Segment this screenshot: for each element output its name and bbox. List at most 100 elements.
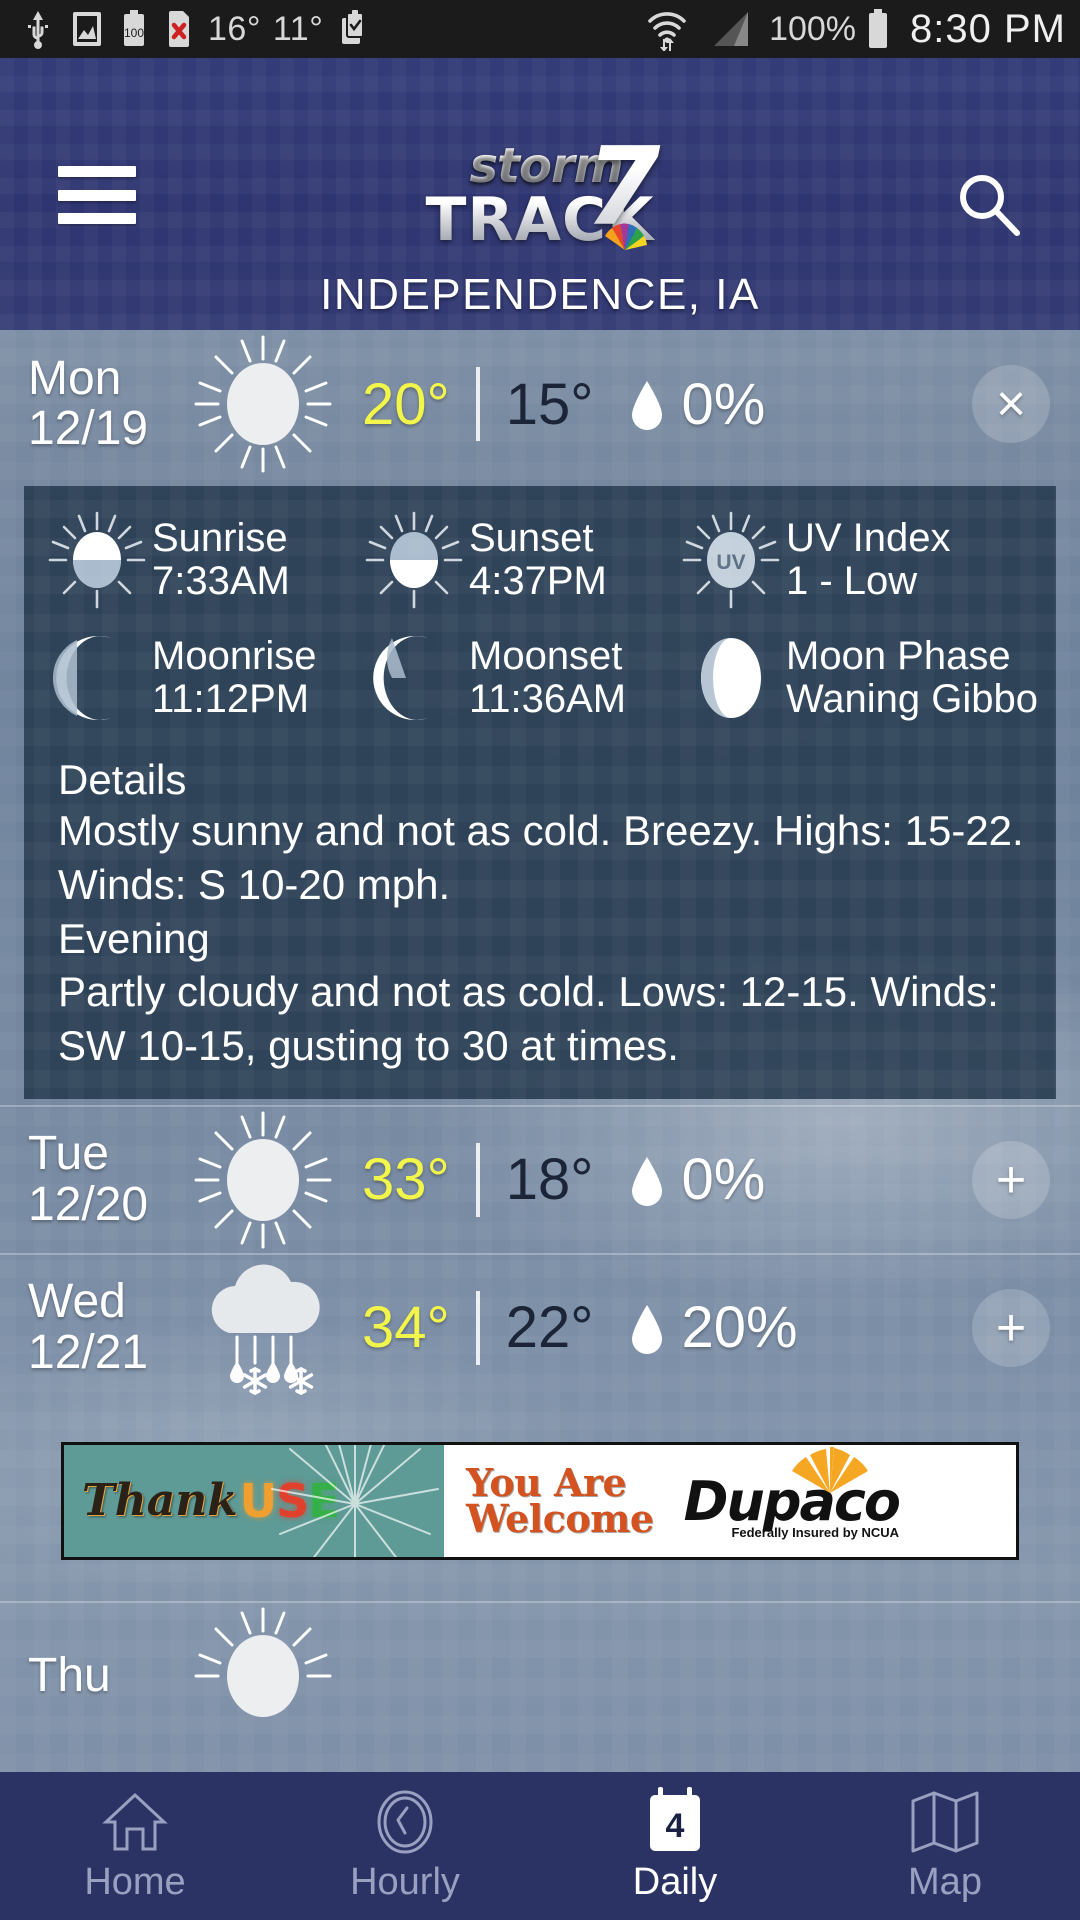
clipboard-icon xyxy=(338,7,368,51)
ad-welcome-text: You Are Welcome xyxy=(466,1463,654,1541)
temp-divider xyxy=(475,367,480,441)
astro-cell-moon-phase: Moon Phase Waning Gibbo xyxy=(676,626,1038,730)
astro-text-group: Sunset 4:37PM xyxy=(469,515,607,603)
astro-cell-uv-index: UV UV Index 1 - Low xyxy=(676,508,1038,612)
astro-label: Moonset xyxy=(469,633,623,678)
precip-percent: 0% xyxy=(681,1147,766,1213)
day-detail-panel: Sunrise 7:33AM Sunset 4:37PM UV UV Index… xyxy=(24,486,1056,1099)
astro-value: 4:37PM xyxy=(469,559,607,603)
day-name: Wed xyxy=(28,1275,126,1329)
astro-text-group: Moonrise 11:12PM xyxy=(152,633,317,721)
ad-thank-text: Thank xyxy=(82,1475,238,1527)
day-row-tue[interactable]: Tue 12/20 33° 18° 0% + xyxy=(0,1104,1080,1255)
sunny-icon xyxy=(178,1105,348,1255)
signal-icon xyxy=(708,7,752,51)
astro-label: Sunset xyxy=(469,515,594,560)
water-drop-icon xyxy=(632,1304,663,1354)
astro-label: Sunrise xyxy=(152,515,288,560)
nav-label: Hourly xyxy=(350,1860,460,1903)
day-label-group: Thu xyxy=(28,1648,178,1702)
dupaco-logo: Dupaco Federally Insured by NCUA xyxy=(684,1447,901,1540)
temperature-group: 33° 18° xyxy=(362,1142,594,1217)
weather-app-screen: 100 16° 11° 100% 8:30 PM storm TRACK 7 I… xyxy=(0,0,1080,1920)
details-evening-text: Partly cloudy and not as cold. Lows: 12-… xyxy=(58,968,999,1069)
ad-banner[interactable]: Thank U S E You Are Welcome Dupaco Feder… xyxy=(61,1441,1019,1560)
nav-item-hourly[interactable]: Hourly xyxy=(270,1772,540,1920)
status-temp-1: 16° xyxy=(208,9,261,48)
day-label-group: Mon 12/19 xyxy=(28,351,178,455)
details-day-text: Mostly sunny and not as cold. Breezy. Hi… xyxy=(58,807,1024,908)
astro-value: 7:33AM xyxy=(152,559,290,603)
status-temp-2: 11° xyxy=(272,9,324,48)
precip-percent: 20% xyxy=(681,1295,798,1361)
screenshot-icon xyxy=(71,7,103,51)
high-temp: 34° xyxy=(362,1295,450,1361)
calendar-icon: 4 xyxy=(642,1786,708,1855)
uv-index-icon: UV xyxy=(676,508,786,612)
ad-right-panel: You Are Welcome Dupaco Federally Insured… xyxy=(444,1445,1016,1557)
day-row-mon[interactable]: Mon 12/19 20° 15° 0% × xyxy=(0,330,1080,478)
details-evening-heading: Evening xyxy=(58,914,210,962)
battery-icon xyxy=(865,7,891,51)
high-temp: 20° xyxy=(362,371,450,437)
nav-item-daily[interactable]: 4 Daily xyxy=(540,1772,810,1920)
daily-forecast-list[interactable]: Mon 12/19 20° 15° 0% × Sunrise 7:33AM Su… xyxy=(0,330,1080,1772)
location-title: INDEPENDENCE, IA xyxy=(320,270,760,319)
day-date: 12/20 xyxy=(28,1177,149,1231)
sunny-icon xyxy=(178,1601,348,1751)
nav-item-map[interactable]: Map xyxy=(810,1772,1080,1920)
astro-cell-moonset: Moonset 11:36AM xyxy=(359,626,676,730)
day-date: 12/19 xyxy=(28,402,149,455)
sunset-icon xyxy=(359,508,469,612)
precipitation-group: 0% xyxy=(627,1146,765,1213)
nav-item-home[interactable]: Home xyxy=(0,1772,270,1920)
sunrise-icon xyxy=(42,508,152,612)
calendar-badge-number: 4 xyxy=(666,1807,685,1845)
astro-label: Moonrise xyxy=(152,633,317,678)
search-icon[interactable] xyxy=(954,170,1024,240)
sdcard-error-icon xyxy=(165,7,193,51)
precipitation-group: 20% xyxy=(627,1294,798,1361)
low-temp: 22° xyxy=(505,1295,594,1361)
svg-text:100: 100 xyxy=(124,26,144,40)
astro-label: UV Index xyxy=(786,515,951,560)
astro-text-group: UV Index 1 - Low xyxy=(786,515,951,603)
nav-label: Home xyxy=(84,1860,186,1903)
day-row-wed[interactable]: Wed 12/21 34° 22° 20% + xyxy=(0,1252,1080,1401)
collapse-day-button[interactable]: × xyxy=(972,365,1050,443)
home-icon xyxy=(102,1789,168,1855)
storm-track-7-logo: storm TRACK 7 xyxy=(0,134,1080,250)
expand-day-button[interactable]: + xyxy=(972,1140,1050,1219)
clock-icon xyxy=(372,1789,438,1855)
astro-value: 11:36AM xyxy=(469,677,627,721)
status-bar: 100 16° 11° 100% 8:30 PM xyxy=(0,0,1080,58)
moon-phase-icon xyxy=(676,626,786,730)
astro-text-group: Sunrise 7:33AM xyxy=(152,515,290,603)
precip-percent: 0% xyxy=(681,371,766,437)
sunburst-icon xyxy=(791,1447,868,1494)
ad-welcome-line2: Welcome xyxy=(466,1495,654,1541)
water-drop-icon xyxy=(632,381,663,430)
day-name: Mon xyxy=(28,351,122,405)
nbc-peacock-icon xyxy=(604,223,647,250)
water-drop-icon xyxy=(632,1156,663,1206)
nav-label: Map xyxy=(908,1860,982,1903)
clock-time: 8:30 PM xyxy=(910,6,1066,51)
low-temp: 18° xyxy=(505,1147,594,1213)
moonrise-icon xyxy=(42,626,152,730)
day-date: 12/21 xyxy=(28,1325,149,1379)
high-temp: 33° xyxy=(362,1147,450,1213)
day-row-thu[interactable]: Thu xyxy=(0,1600,1080,1751)
battery-percent: 100% xyxy=(769,9,857,48)
app-header: storm TRACK 7 INDEPENDENCE, IA xyxy=(0,58,1080,330)
astro-cell-sunset: Sunset 4:37PM xyxy=(359,508,676,612)
svg-text:UV: UV xyxy=(716,551,745,574)
astro-text-group: Moonset 11:36AM xyxy=(469,633,627,721)
bottom-navigation-bar[interactable]: Home Hourly 4 Daily Map xyxy=(0,1772,1080,1920)
day-name: Thu xyxy=(28,1648,111,1702)
usb-icon xyxy=(23,7,53,51)
expand-day-button[interactable]: + xyxy=(972,1288,1050,1367)
advertisement-zone[interactable]: Thank U S E You Are Welcome Dupaco Feder… xyxy=(0,1401,1080,1601)
astro-value: Waning Gibbo xyxy=(786,677,1038,721)
firework-burst-icon xyxy=(271,1444,439,1557)
